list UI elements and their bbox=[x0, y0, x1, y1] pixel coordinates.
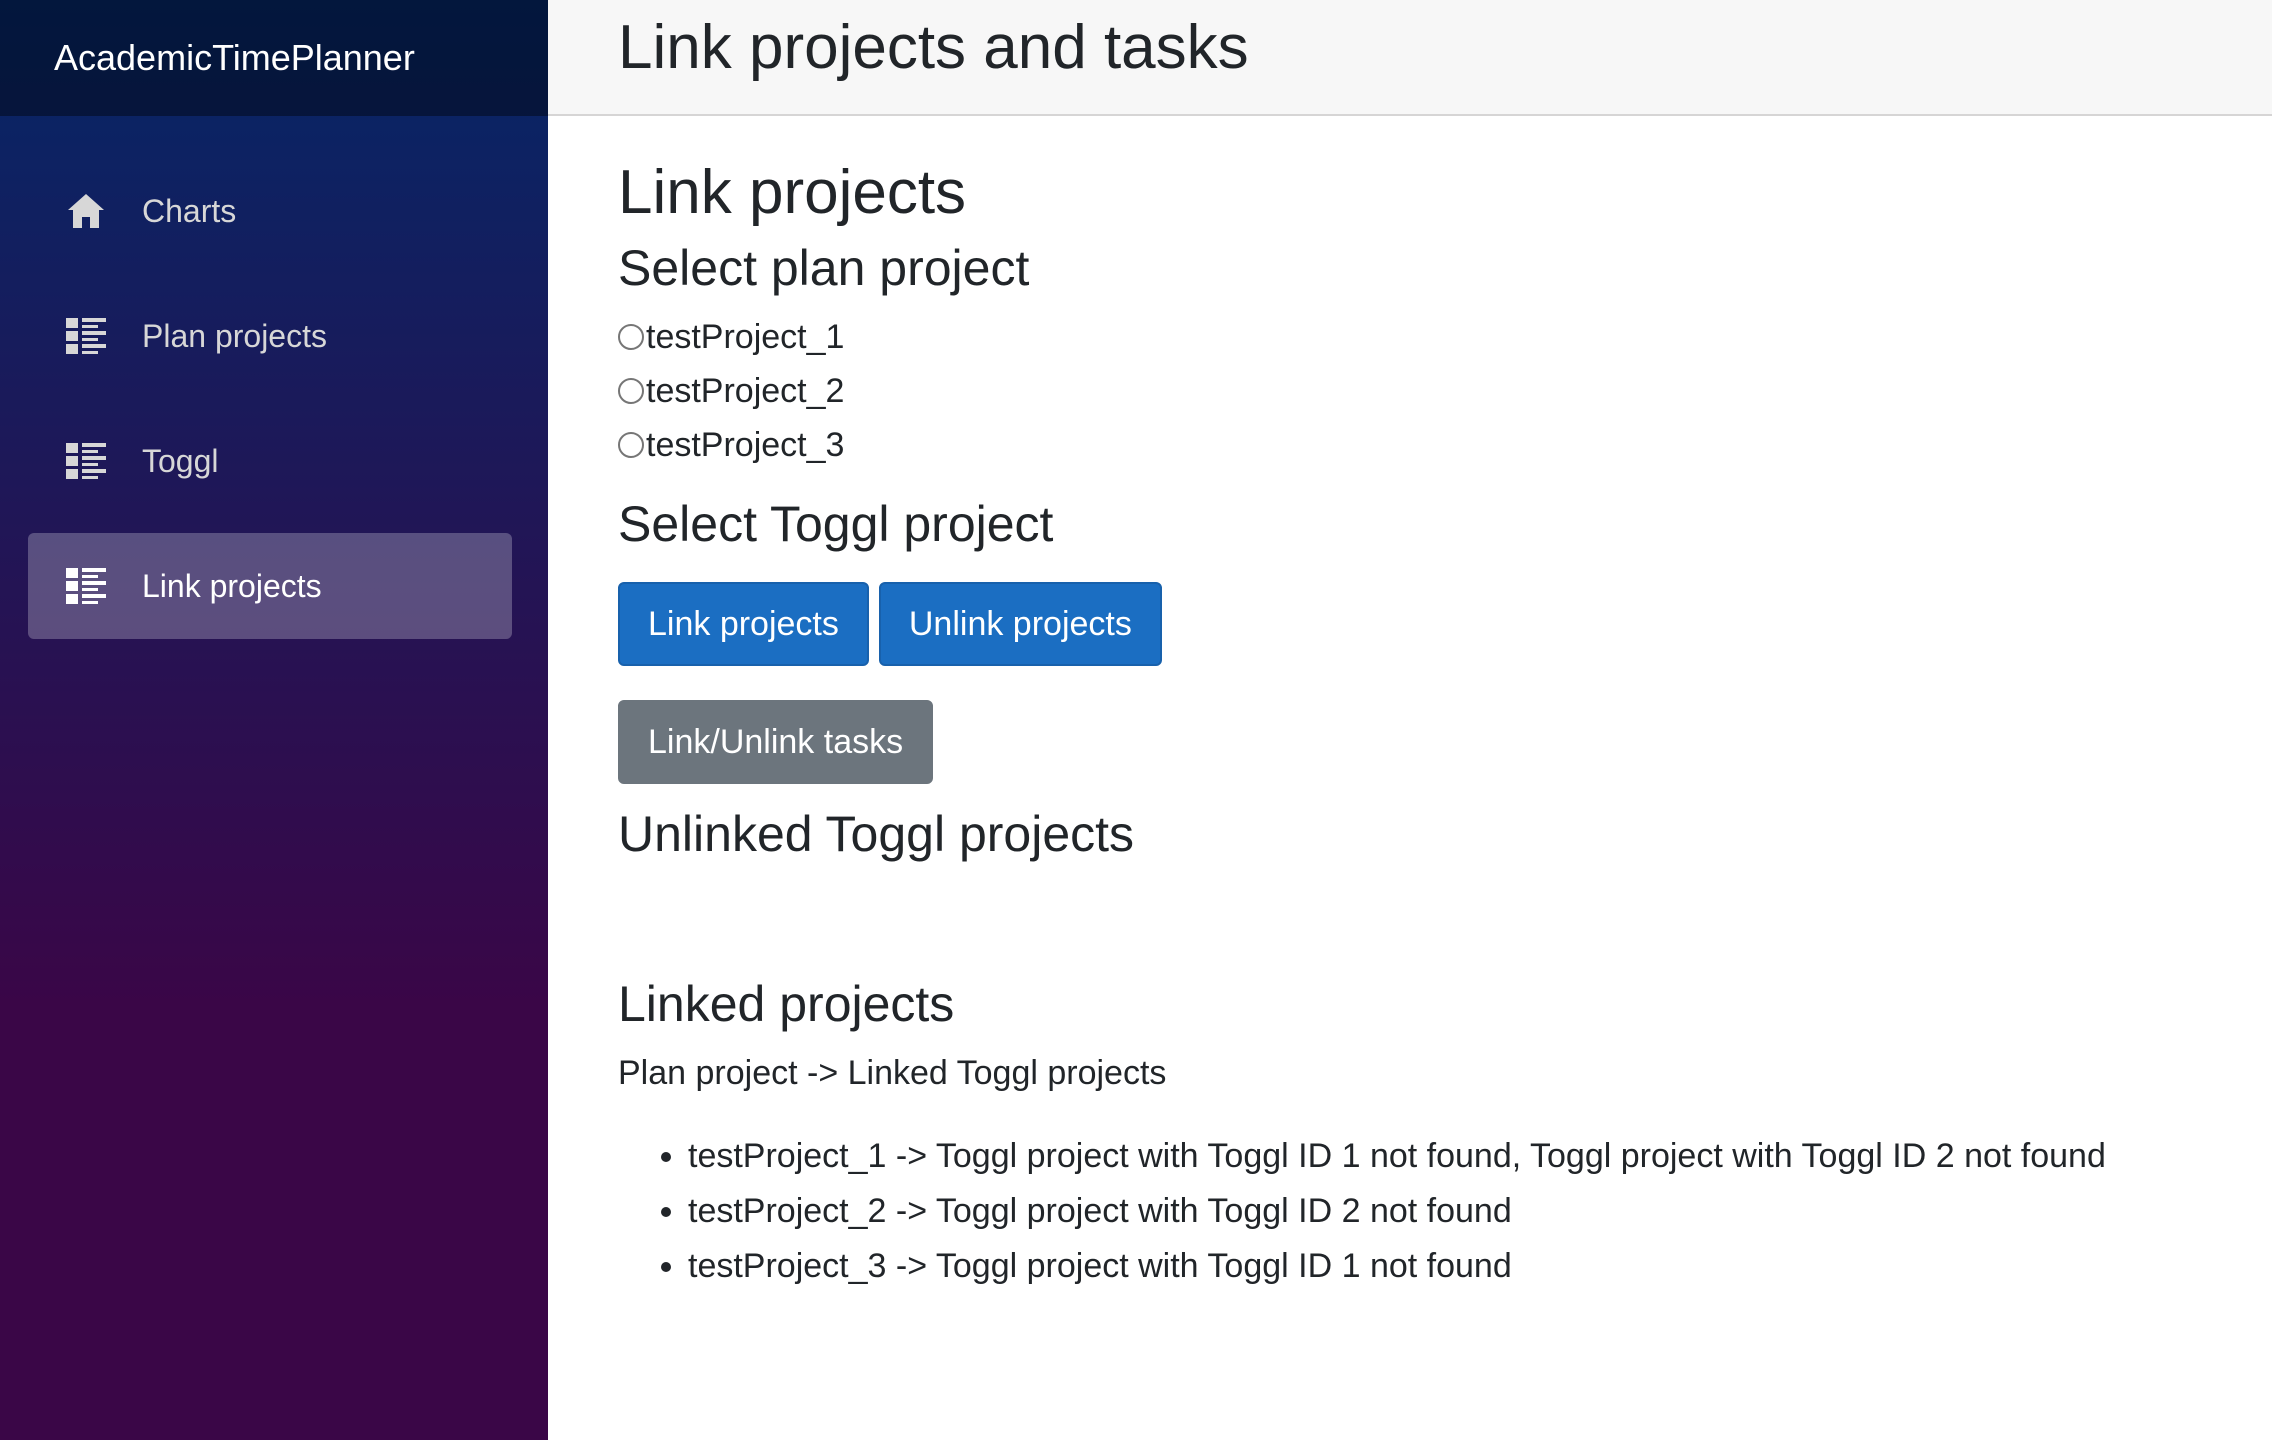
sidebar-nav: Charts Plan projects Toggl Link projects bbox=[0, 116, 548, 639]
sidebar: AcademicTimePlanner Charts Plan projects… bbox=[0, 0, 548, 1440]
unlinked-toggl-projects-heading: Unlinked Toggl projects bbox=[618, 806, 1135, 863]
radio-label: testProject_1 bbox=[646, 317, 845, 356]
list-item: testProject_3 -> Toggl project with Togg… bbox=[688, 1239, 2218, 1294]
linked-projects-caption: Plan project -> Linked Toggl projects bbox=[618, 1054, 1167, 1093]
sidebar-item-link-projects[interactable]: Link projects bbox=[28, 533, 512, 639]
linked-projects-heading: Linked projects bbox=[618, 976, 955, 1033]
select-toggl-project-heading: Select Toggl project bbox=[618, 496, 1054, 553]
main-content: Link projects Select plan project testPr… bbox=[618, 116, 2218, 1294]
radio-label: testProject_3 bbox=[646, 425, 845, 464]
unlink-projects-button[interactable]: Unlink projects bbox=[878, 582, 1162, 667]
list-icon bbox=[62, 316, 110, 356]
link-projects-heading: Link projects bbox=[618, 158, 967, 227]
home-icon bbox=[62, 191, 110, 231]
app-root: AcademicTimePlanner Charts Plan projects… bbox=[0, 0, 2272, 1440]
select-plan-project-heading: Select plan project bbox=[618, 240, 1030, 297]
sidebar-item-label: Plan projects bbox=[142, 317, 327, 354]
list-item: testProject_2 -> Toggl project with Togg… bbox=[688, 1184, 2218, 1239]
sidebar-item-label: Link projects bbox=[142, 567, 322, 604]
plan-project-option[interactable]: testProject_1 bbox=[618, 310, 2218, 364]
list-icon bbox=[62, 441, 110, 481]
link-projects-button[interactable]: Link projects bbox=[618, 582, 869, 667]
sidebar-item-plan-projects[interactable]: Plan projects bbox=[28, 283, 512, 389]
radio-label: testProject_2 bbox=[646, 371, 845, 410]
sidebar-item-label: Charts bbox=[142, 192, 237, 229]
link-unlink-tasks-button[interactable]: Link/Unlink tasks bbox=[618, 700, 934, 785]
brand-bar: AcademicTimePlanner bbox=[0, 0, 548, 116]
plan-project-radio-group: testProject_1 testProject_2 testProject_… bbox=[618, 310, 2218, 472]
sidebar-item-toggl[interactable]: Toggl bbox=[28, 408, 512, 514]
radio-button[interactable] bbox=[618, 378, 644, 405]
linked-projects-list: testProject_1 -> Toggl project with Togg… bbox=[618, 1129, 2218, 1294]
top-row: Link projects and tasks bbox=[548, 0, 2272, 116]
brand-link[interactable]: AcademicTimePlanner bbox=[54, 37, 415, 79]
plan-project-option[interactable]: testProject_2 bbox=[618, 364, 2218, 418]
tasks-button-row: Link/Unlink tasks bbox=[618, 700, 2218, 785]
radio-button[interactable] bbox=[618, 432, 644, 459]
list-item: testProject_1 -> Toggl project with Togg… bbox=[688, 1129, 2218, 1184]
page-title: Link projects and tasks bbox=[618, 12, 1249, 82]
plan-project-option[interactable]: testProject_3 bbox=[618, 418, 2218, 472]
radio-button[interactable] bbox=[618, 324, 644, 351]
sidebar-item-charts[interactable]: Charts bbox=[28, 158, 512, 264]
link-button-row: Link projects Unlink projects bbox=[618, 582, 2218, 667]
sidebar-item-label: Toggl bbox=[142, 442, 219, 479]
list-icon bbox=[62, 566, 110, 606]
